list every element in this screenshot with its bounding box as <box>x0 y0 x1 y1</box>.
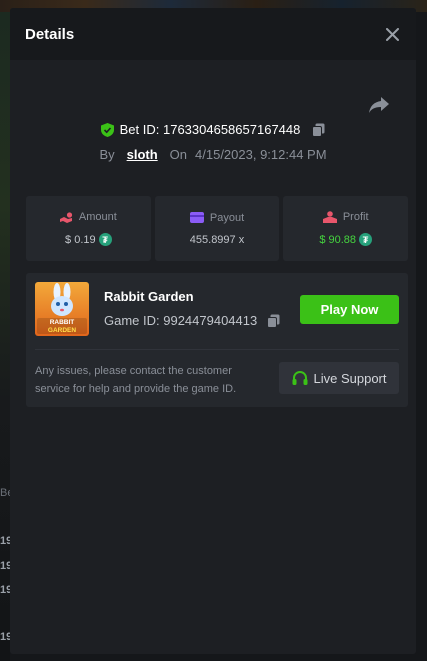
stat-profit-label-row: Profit <box>322 211 369 223</box>
stat-payout-label: Payout <box>209 211 245 224</box>
stat-payout-value-row: 455.8997 x <box>190 234 244 246</box>
on-label: On <box>169 147 188 162</box>
stat-amount-value: $ 0.19 <box>65 233 96 246</box>
modal-header: Details <box>10 8 416 60</box>
tether-coin-icon: ₮ <box>98 233 112 246</box>
stat-payout-value: 455.8997 x <box>189 233 245 246</box>
stats-row: Amount $ 0.19 ₮ Payout 455.8997 x Profit… <box>26 196 409 261</box>
bet-id-row: Bet ID: 1763304658657167448 <box>10 122 416 137</box>
bet-datetime: 4/15/2023, 9:12:44 PM <box>195 147 327 162</box>
user-link[interactable]: sloth <box>127 147 158 162</box>
divider <box>35 349 399 350</box>
stat-amount: Amount $ 0.19 ₮ <box>26 196 151 261</box>
stat-profit-label: Profit <box>342 211 369 223</box>
stat-profit: Profit $ 90.88 ₮ <box>283 196 409 261</box>
game-card: RABBIT GARDEN Rabbit Garden Game ID: 992… <box>26 273 408 407</box>
copy-icon[interactable] <box>267 314 280 328</box>
by-label: By <box>99 147 115 162</box>
game-id-row: Game ID: 9924479404413 <box>104 313 280 328</box>
close-icon <box>385 27 399 41</box>
live-support-button[interactable]: Live Support <box>279 362 399 394</box>
game-thumbnail[interactable]: RABBIT GARDEN <box>35 282 89 336</box>
live-support-label: Live Support <box>313 370 387 386</box>
rabbit-garden-art: RABBIT GARDEN <box>35 282 89 336</box>
support-note: Any issues, please contact the customer … <box>35 365 237 395</box>
stat-amount-label: Amount <box>78 211 117 223</box>
share-icon[interactable] <box>368 96 390 114</box>
shield-check-icon <box>100 122 114 137</box>
bet-id: Bet ID: 1763304658657167448 <box>119 122 301 137</box>
stat-profit-value-row: $ 90.88 ₮ <box>319 233 373 246</box>
copy-icon[interactable] <box>312 123 325 137</box>
stat-amount-label-row: Amount <box>59 211 117 223</box>
game-id: Game ID: 9924479404413 <box>104 313 258 328</box>
card-icon <box>189 212 204 223</box>
svg-text:RABBIT: RABBIT <box>50 319 75 326</box>
stat-amount-value-row: $ 0.19 ₮ <box>65 233 112 246</box>
profit-icon <box>322 211 337 223</box>
stat-payout: Payout 455.8997 x <box>154 196 280 261</box>
details-modal: Details Bet ID: 1763304658657167448 By s… <box>10 8 416 654</box>
svg-text:GARDEN: GARDEN <box>48 327 76 334</box>
bet-meta-row: By sloth On 4/15/2023, 9:12:44 PM <box>10 147 416 162</box>
hand-coins-icon <box>59 211 72 223</box>
headset-icon <box>292 370 307 385</box>
tether-coin-icon: ₮ <box>359 233 373 246</box>
stat-payout-label-row: Payout <box>189 211 245 224</box>
close-button[interactable] <box>380 22 404 46</box>
stat-profit-value: $ 90.88 <box>319 233 357 246</box>
play-now-button[interactable]: Play Now <box>300 295 399 324</box>
modal-title: Details <box>25 25 75 43</box>
game-name[interactable]: Rabbit Garden <box>104 289 194 304</box>
